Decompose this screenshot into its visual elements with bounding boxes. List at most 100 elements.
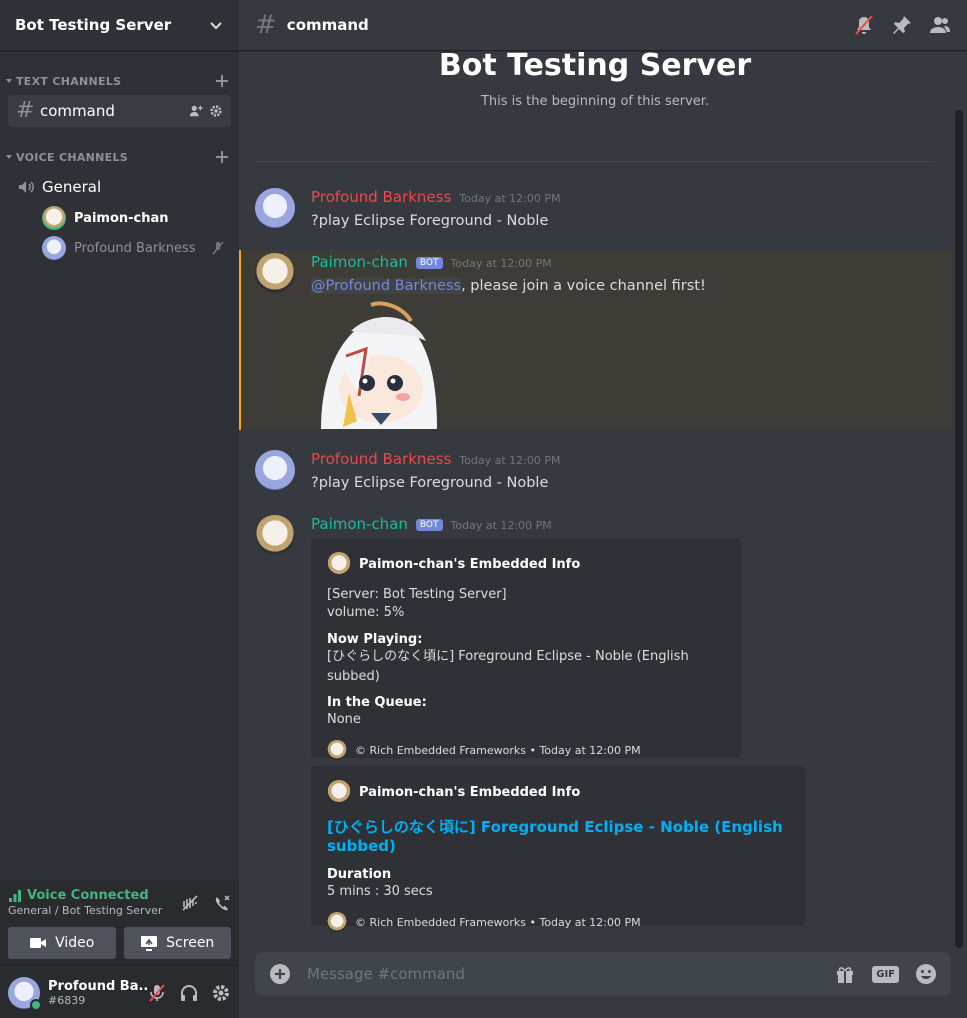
message-author[interactable]: Profound Barkness xyxy=(311,450,451,468)
category-label: VOICE CHANNELS xyxy=(16,150,129,164)
embed-author-name: Paimon-chan's Embedded Info xyxy=(359,784,581,800)
welcome-subtitle: This is the beginning of this server. xyxy=(480,94,710,109)
embed-card: Paimon-chan's Embedded Info [Server: Bot… xyxy=(311,538,741,760)
hash-icon: # xyxy=(16,98,35,123)
avatar[interactable] xyxy=(255,515,295,555)
voice-status-label: Voice Connected xyxy=(27,888,149,903)
message: Profound Barkness Today at 12:00 PM ?pla… xyxy=(239,188,951,232)
message-content: @Profound Barkness, please join a voice … xyxy=(311,275,951,297)
text-channels-category[interactable]: TEXT CHANNELS xyxy=(0,69,239,93)
camera-icon xyxy=(30,938,47,948)
add-channel-icon[interactable] xyxy=(213,148,231,166)
headphones-icon[interactable] xyxy=(179,983,199,1003)
embed-description-line: volume: 5% xyxy=(327,605,405,620)
embed-field-value: 5 mins : 30 secs xyxy=(327,884,433,899)
avatar[interactable] xyxy=(255,253,295,293)
paimon-sticker-icon xyxy=(311,301,439,429)
gif-button[interactable]: GIF xyxy=(872,965,899,983)
embed-footer-text: © Rich Embedded Frameworks • Today at 12… xyxy=(355,915,641,929)
message-author[interactable]: Profound Barkness xyxy=(311,188,451,206)
channel-sidebar: Bot Testing Server TEXT CHANNELS # comma… xyxy=(0,0,239,1018)
message-timestamp: Today at 12:00 PM xyxy=(450,257,552,270)
avatar xyxy=(42,206,66,230)
scrollbar[interactable] xyxy=(955,110,963,948)
divider xyxy=(255,161,935,162)
voice-user-name: Profound Barkness xyxy=(74,240,196,256)
welcome-title: Bot Testing Server xyxy=(438,48,752,83)
gear-icon[interactable] xyxy=(211,983,231,1003)
screen-share-button[interactable]: Screen xyxy=(123,927,231,959)
avatar[interactable] xyxy=(8,976,42,1011)
member-list-icon[interactable] xyxy=(929,14,951,36)
voice-status[interactable]: Voice Connected xyxy=(8,888,162,903)
video-button[interactable]: Video xyxy=(8,927,116,959)
embed-author-name: Paimon-chan's Embedded Info xyxy=(359,556,581,572)
mute-mic-icon[interactable] xyxy=(147,983,167,1003)
online-status-badge xyxy=(30,998,42,1011)
gear-icon[interactable] xyxy=(209,104,223,118)
channel-name: command xyxy=(40,102,115,120)
video-label: Video xyxy=(55,935,95,951)
message-author[interactable]: Paimon-chan xyxy=(311,515,408,533)
voice-connection-panel: Voice Connected General / Bot Testing Se… xyxy=(0,880,239,966)
disconnect-icon[interactable] xyxy=(213,894,231,912)
user-panel: Profound Ba... #6839 xyxy=(0,967,239,1018)
server-header[interactable]: Bot Testing Server xyxy=(0,0,239,51)
screen-label: Screen xyxy=(166,935,215,951)
voice-channels-category[interactable]: VOICE CHANNELS xyxy=(0,145,239,169)
embed-field-value: [ひぐらしのなく頃に] Foreground Eclipse - Noble (… xyxy=(327,649,689,684)
embed-field-name: In the Queue: xyxy=(327,695,427,710)
embed-title-link[interactable]: [ひぐらしのなく頃に] Foreground Eclipse - Noble (… xyxy=(327,816,789,855)
voice-channel-general[interactable]: General xyxy=(8,171,231,203)
message-text: , please join a voice channel first! xyxy=(461,278,706,294)
embed-footer-icon xyxy=(327,912,347,932)
category-label: TEXT CHANNELS xyxy=(16,74,122,88)
user-tag: #6839 xyxy=(48,993,86,1007)
screen-share-icon xyxy=(141,936,158,951)
embed-footer-text: © Rich Embedded Frameworks • Today at 12… xyxy=(355,743,641,757)
embed-card: Paimon-chan's Embedded Info [ひぐらしのなく頃に] … xyxy=(311,766,805,932)
muted-mic-icon xyxy=(212,241,224,255)
voice-user-paimon[interactable]: Paimon-chan xyxy=(42,203,239,233)
discord-app: Bot Testing Server TEXT CHANNELS # comma… xyxy=(0,0,967,1018)
user-mention[interactable]: @Profound Barkness xyxy=(311,278,462,294)
message: Paimon-chan BOT Today at 12:00 PM @Profo… xyxy=(239,253,951,429)
channel-name: General xyxy=(42,178,102,196)
channel-command[interactable]: # command xyxy=(8,95,231,127)
notification-bell-muted-icon[interactable] xyxy=(853,14,875,36)
speaker-icon xyxy=(19,181,34,193)
avatar[interactable] xyxy=(255,450,295,490)
voice-location[interactable]: General / Bot Testing Server xyxy=(8,904,162,917)
pin-icon[interactable] xyxy=(891,14,913,36)
noise-suppression-icon[interactable] xyxy=(181,894,199,912)
message-timestamp: Today at 12:00 PM xyxy=(459,192,561,205)
avatar[interactable] xyxy=(255,188,295,228)
embed-field-name: Now Playing: xyxy=(327,632,423,647)
signal-icon xyxy=(9,889,21,902)
embed-description-line: [Server: Bot Testing Server] xyxy=(327,587,507,602)
username: Profound Ba... xyxy=(48,978,147,994)
message: Profound Barkness Today at 12:00 PM ?pla… xyxy=(239,450,951,494)
message-input[interactable] xyxy=(307,965,835,983)
channel-header: # command xyxy=(239,0,967,51)
add-channel-icon[interactable] xyxy=(213,72,231,90)
message: Paimon-chan BOT Today at 12:00 PM xyxy=(239,515,951,555)
emoji-icon[interactable] xyxy=(915,963,937,985)
embed-field-value: None xyxy=(327,712,361,727)
embed-author-icon xyxy=(327,552,351,576)
sticker-image[interactable] xyxy=(311,301,439,429)
voice-user-profound[interactable]: Profound Barkness xyxy=(42,233,239,263)
server-name: Bot Testing Server xyxy=(15,16,172,34)
add-attachment-icon[interactable] xyxy=(269,963,291,985)
bot-badge: BOT xyxy=(415,519,443,531)
caret-down-icon xyxy=(6,79,12,83)
message-timestamp: Today at 12:00 PM xyxy=(459,454,561,467)
invite-icon[interactable] xyxy=(189,104,203,118)
message-author[interactable]: Paimon-chan xyxy=(311,253,408,271)
channel-title: command xyxy=(286,16,369,34)
avatar xyxy=(42,236,66,260)
gift-icon[interactable] xyxy=(834,963,856,985)
embed-footer-icon xyxy=(327,740,347,760)
chevron-down-icon[interactable] xyxy=(208,17,224,33)
message-content: ?play Eclipse Foreground - Noble xyxy=(311,213,549,229)
